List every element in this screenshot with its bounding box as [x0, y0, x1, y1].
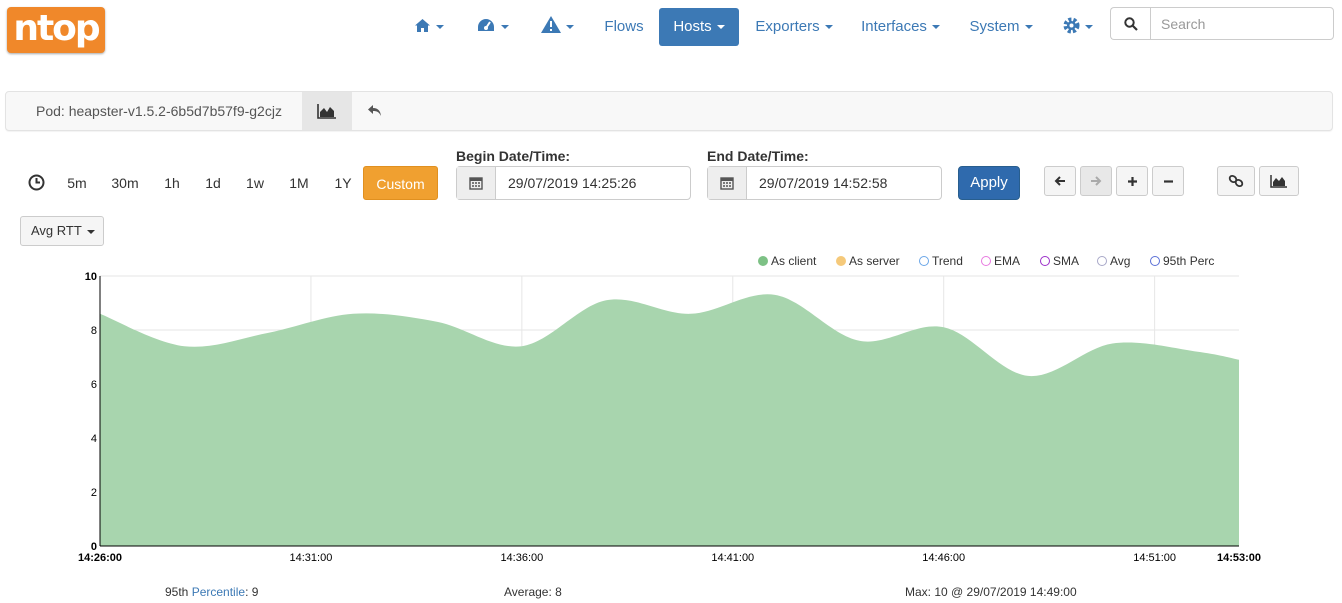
permalink-button[interactable]	[1217, 166, 1255, 196]
pod-title: Pod: heapster-v1.5.2-6b5d7b57f9-g2cjz	[36, 103, 282, 119]
nav-interfaces[interactable]: Interfaces	[853, 8, 948, 46]
end-date-field[interactable]: 29/07/2019 14:52:58	[707, 166, 942, 200]
metric-selector[interactable]: Avg RTT	[20, 216, 104, 246]
area-chart-icon	[317, 104, 336, 119]
range-1h[interactable]: 1h	[156, 166, 188, 200]
x-tick-label: 14:31:00	[290, 552, 333, 564]
rtt-area-chart: 024681014:26:00 14:31:00 14:36:00 14:41:00 1…	[78, 271, 1261, 564]
home-icon	[415, 19, 430, 32]
next-period-button[interactable]	[1080, 166, 1112, 196]
percentile-link[interactable]: Percentile	[192, 585, 245, 599]
begin-date-label: Begin Date/Time:	[456, 148, 571, 164]
search-icon	[1123, 16, 1138, 31]
end-date-value[interactable]: 29/07/2019 14:52:58	[747, 167, 941, 199]
chart-tab[interactable]	[302, 92, 352, 130]
x-tick-label: 14:26:00	[78, 552, 122, 564]
search-input[interactable]	[1150, 7, 1334, 40]
back-button[interactable]	[358, 92, 392, 130]
warning-icon	[540, 16, 561, 33]
nav-exporters[interactable]: Exporters	[748, 8, 840, 46]
y-tick-label: 6	[91, 379, 97, 391]
chart-view-button[interactable]	[1259, 166, 1299, 196]
clock-icon	[28, 174, 44, 191]
dashboard-icon	[478, 19, 494, 31]
nav-hosts[interactable]: Hosts	[659, 8, 739, 46]
gear-icon	[1063, 17, 1080, 34]
calendar-icon[interactable]	[708, 167, 747, 199]
y-tick-label: 8	[91, 325, 97, 337]
nav-interfaces-label: Interfaces	[861, 18, 927, 35]
dashboard-menu[interactable]	[465, 8, 520, 46]
begin-date-value[interactable]: 29/07/2019 14:25:26	[496, 167, 690, 199]
x-tick-label: 14:46:00	[922, 552, 965, 564]
reply-icon	[368, 105, 381, 116]
arrow-left-icon	[1054, 176, 1065, 186]
history-button[interactable]	[22, 166, 50, 200]
nav-exporters-label: Exporters	[755, 18, 820, 35]
nav-flows[interactable]: Flows	[596, 8, 652, 46]
range-1M[interactable]: 1M	[282, 166, 316, 200]
y-tick-label: 10	[85, 271, 97, 283]
end-date-label: End Date/Time:	[707, 148, 809, 164]
zoom-in-button[interactable]	[1116, 166, 1148, 196]
zoom-out-button[interactable]	[1152, 166, 1184, 196]
range-1w[interactable]: 1w	[238, 166, 272, 200]
max-stat: Max: 10 @ 29/07/2019 14:49:00	[905, 585, 1077, 599]
nav-hosts-label: Hosts	[673, 18, 712, 35]
minus-icon	[1163, 179, 1173, 183]
nav-system[interactable]: System	[962, 8, 1040, 46]
apply-button[interactable]: Apply	[958, 166, 1020, 200]
series-area-as-client	[100, 294, 1239, 546]
calendar-icon[interactable]	[457, 167, 496, 199]
settings-menu[interactable]	[1053, 8, 1103, 46]
arrow-right-icon	[1091, 176, 1102, 186]
nav-system-label: System	[969, 18, 1020, 35]
range-1d[interactable]: 1d	[198, 166, 228, 200]
range-1Y[interactable]: 1Y	[326, 166, 360, 200]
x-tick-label: 14:53:00	[1217, 552, 1261, 564]
percentile-stat: 95th Percentile: 9	[165, 585, 258, 599]
prev-period-button[interactable]	[1044, 166, 1076, 196]
area-chart-icon	[1270, 175, 1287, 188]
x-tick-label: 14:51:00	[1133, 552, 1176, 564]
y-tick-label: 2	[91, 487, 97, 499]
metric-selector-label: Avg RTT	[31, 223, 82, 238]
home-menu[interactable]	[404, 8, 454, 46]
begin-date-field[interactable]: 29/07/2019 14:25:26	[456, 166, 691, 200]
percentile-prefix: 95th	[165, 585, 189, 599]
y-tick-label: 4	[91, 433, 97, 445]
average-stat: Average: 8	[504, 585, 562, 599]
percentile-value: : 9	[245, 585, 259, 599]
ntop-logo[interactable]: ntop	[7, 7, 105, 53]
plus-icon	[1127, 176, 1137, 186]
x-tick-label: 14:41:00	[711, 552, 754, 564]
range-30m[interactable]: 30m	[104, 166, 146, 200]
alerts-menu[interactable]	[530, 8, 584, 46]
range-5m[interactable]: 5m	[58, 166, 96, 200]
search-button[interactable]	[1110, 7, 1150, 40]
x-tick-label: 14:36:00	[500, 552, 543, 564]
range-custom[interactable]: Custom	[363, 166, 438, 200]
link-icon	[1228, 174, 1244, 188]
